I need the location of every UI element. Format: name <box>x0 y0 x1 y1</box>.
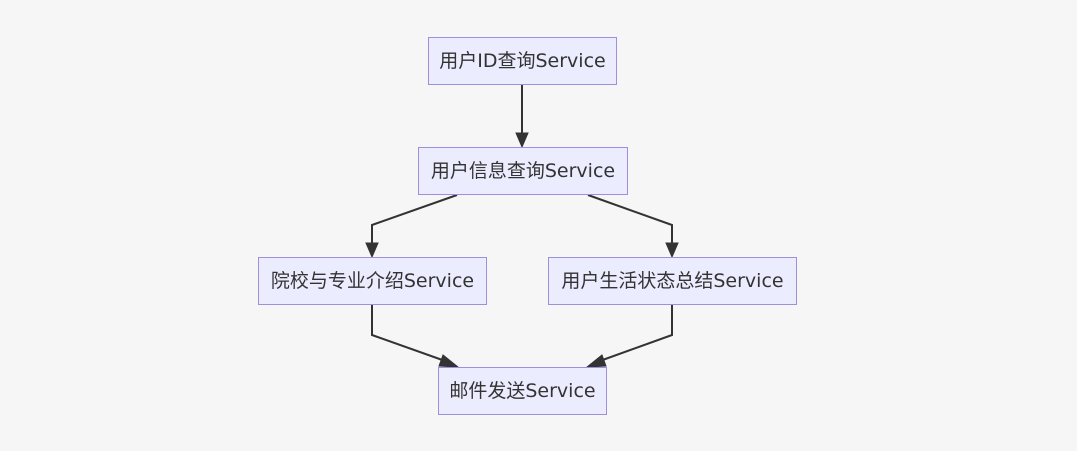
node-user-id-query-service[interactable]: 用户ID查询Service <box>428 37 617 85</box>
arrowhead-n4-n5 <box>585 354 607 368</box>
arrowhead-n1-n2 <box>515 132 529 149</box>
edge-n2-n4 <box>587 194 673 245</box>
node-user-info-query-service[interactable]: 用户信息查询Service <box>418 147 628 195</box>
edge-n3-n5 <box>371 305 449 363</box>
arrowhead-n3-n5 <box>438 354 460 368</box>
node-user-life-summary-service[interactable]: 用户生活状态总结Service <box>548 257 797 305</box>
node-email-send-service[interactable]: 邮件发送Service <box>438 367 607 415</box>
arrowhead-n2-n3 <box>365 242 379 259</box>
edge-n2-n3 <box>371 194 458 245</box>
arrowhead-n2-n4 <box>665 242 679 259</box>
node-school-major-intro-service[interactable]: 院校与专业介绍Service <box>258 257 487 305</box>
edge-n4-n5 <box>596 305 673 363</box>
flowchart-canvas: 用户ID查询Service 用户信息查询Service 院校与专业介绍Servi… <box>0 0 1077 451</box>
